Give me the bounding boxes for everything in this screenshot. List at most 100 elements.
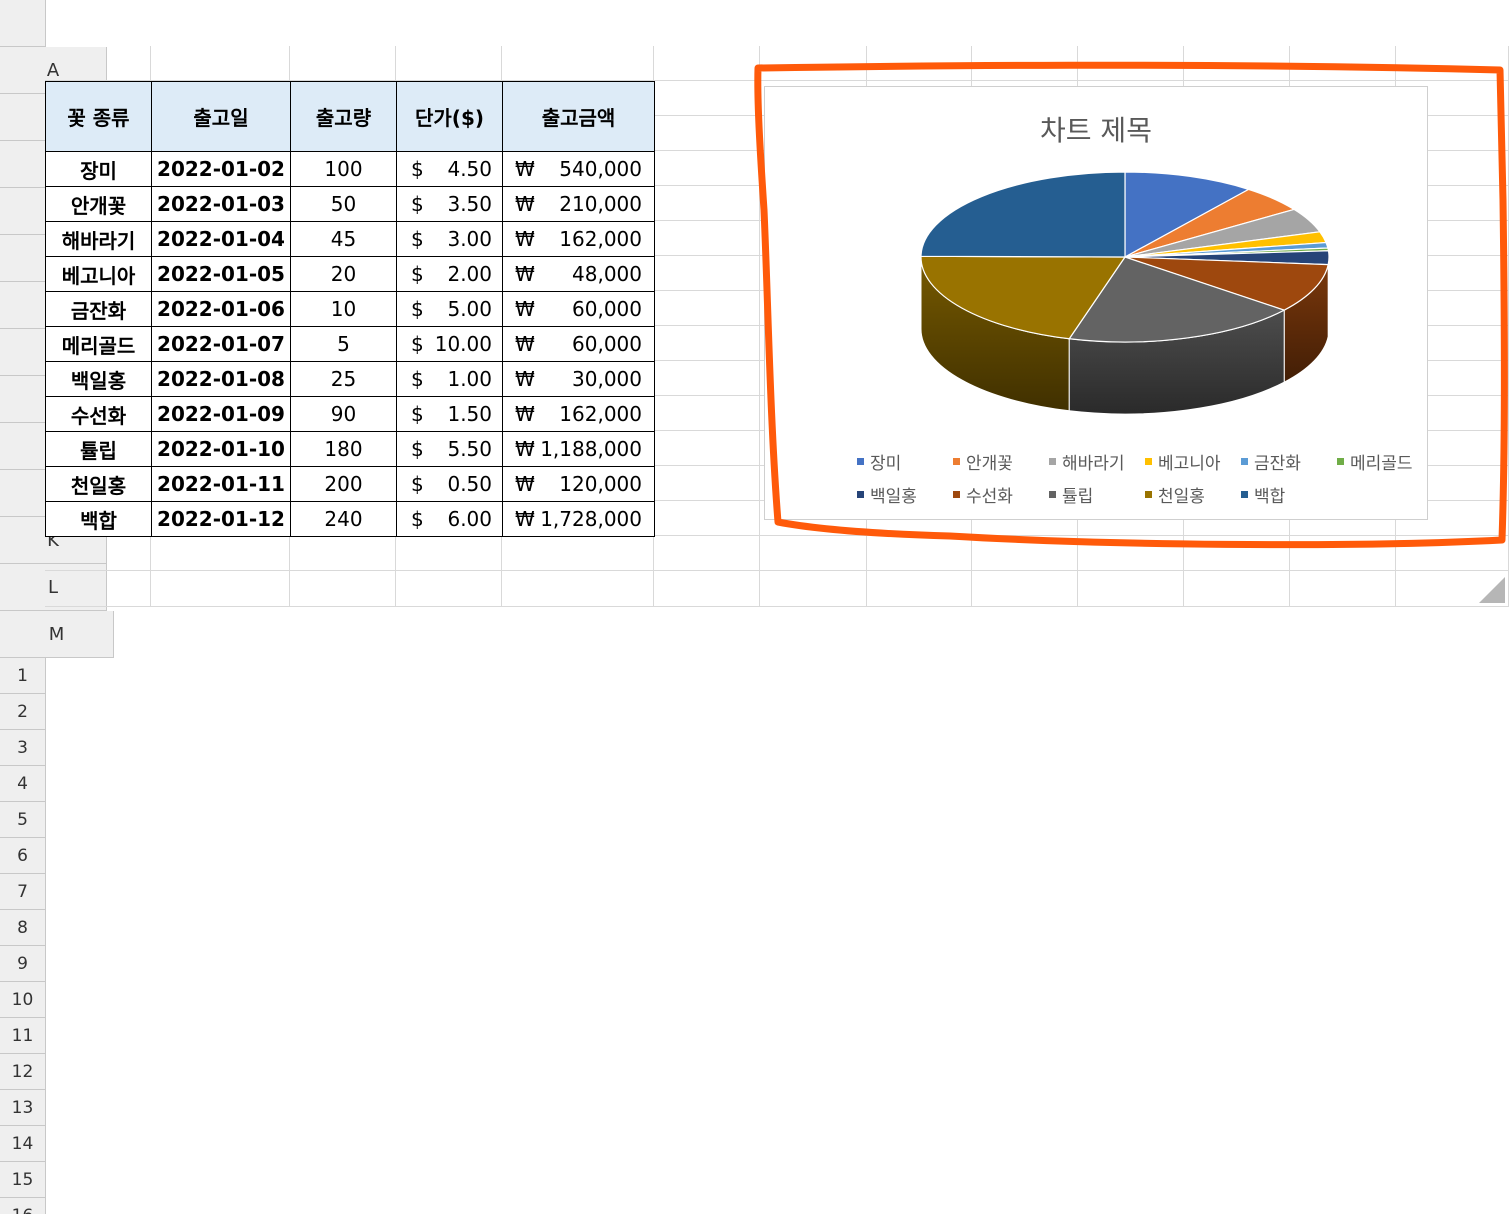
ship-date-cell[interactable]: 2022-01-08	[151, 361, 291, 397]
cell[interactable]	[1396, 46, 1509, 81]
cell[interactable]	[867, 46, 972, 81]
cell[interactable]	[1290, 571, 1396, 607]
cell[interactable]	[1078, 46, 1184, 81]
amount-cell[interactable]: ₩1,728,000	[502, 501, 655, 537]
cell[interactable]	[502, 46, 654, 81]
legend-item-메리골드[interactable]: 메리골드	[1337, 449, 1417, 474]
cell[interactable]	[654, 116, 760, 151]
flower-name-cell[interactable]: 수선화	[45, 396, 152, 432]
cell[interactable]	[1290, 46, 1396, 81]
cell[interactable]	[1078, 571, 1184, 607]
cell[interactable]	[654, 151, 760, 186]
ship-date-cell[interactable]: 2022-01-02	[151, 151, 291, 187]
amount-cell[interactable]: ₩60,000	[502, 291, 655, 327]
cell[interactable]	[972, 536, 1078, 571]
cell[interactable]	[654, 186, 760, 221]
cell[interactable]	[654, 326, 760, 361]
ship-qty-cell[interactable]: 240	[290, 501, 397, 537]
ship-qty-cell[interactable]: 50	[290, 186, 397, 222]
ship-qty-cell[interactable]: 25	[290, 361, 397, 397]
unit-price-cell[interactable]: $1.50	[396, 396, 503, 432]
table-header-date[interactable]: 출고일	[151, 81, 291, 152]
cell[interactable]	[1184, 536, 1290, 571]
cell[interactable]	[654, 536, 760, 571]
ship-date-cell[interactable]: 2022-01-10	[151, 431, 291, 467]
legend-item-안개꽃[interactable]: 안개꽃	[953, 449, 1033, 474]
flower-name-cell[interactable]: 장미	[45, 151, 152, 187]
table-header-flower[interactable]: 꽃 종류	[45, 81, 152, 152]
unit-price-cell[interactable]: $2.00	[396, 256, 503, 292]
legend-item-천일홍[interactable]: 천일홍	[1145, 482, 1225, 507]
row-header-4[interactable]: 4	[0, 766, 46, 802]
cell[interactable]	[290, 46, 396, 81]
unit-price-cell[interactable]: $0.50	[396, 466, 503, 502]
unit-price-cell[interactable]: $6.00	[396, 501, 503, 537]
row-header-14[interactable]: 14	[0, 1126, 46, 1162]
cell[interactable]	[151, 46, 290, 81]
cell[interactable]	[45, 571, 151, 607]
cell[interactable]	[290, 536, 396, 571]
column-header-m[interactable]: M	[0, 611, 114, 658]
cell[interactable]	[45, 536, 151, 571]
cell[interactable]	[867, 571, 972, 607]
ship-qty-cell[interactable]: 10	[290, 291, 397, 327]
ship-qty-cell[interactable]: 5	[290, 326, 397, 362]
amount-cell[interactable]: ₩48,000	[502, 256, 655, 292]
amount-cell[interactable]: ₩30,000	[502, 361, 655, 397]
ship-date-cell[interactable]: 2022-01-04	[151, 221, 291, 257]
cell[interactable]	[1078, 536, 1184, 571]
table-header-qty[interactable]: 출고량	[290, 81, 397, 152]
select-all-corner[interactable]	[0, 0, 1505, 603]
amount-cell[interactable]: ₩540,000	[502, 151, 655, 187]
cell[interactable]	[760, 571, 867, 607]
ship-date-cell[interactable]: 2022-01-07	[151, 326, 291, 362]
legend-item-백합[interactable]: 백합	[1241, 482, 1321, 507]
ship-qty-cell[interactable]: 20	[290, 256, 397, 292]
legend-item-수선화[interactable]: 수선화	[953, 482, 1033, 507]
row-header-13[interactable]: 13	[0, 1090, 46, 1126]
cell[interactable]	[654, 361, 760, 396]
cell[interactable]	[760, 536, 867, 571]
cell[interactable]	[1396, 571, 1509, 607]
cell[interactable]	[654, 571, 760, 607]
amount-cell[interactable]: ₩162,000	[502, 396, 655, 432]
cell[interactable]	[972, 46, 1078, 81]
ship-date-cell[interactable]: 2022-01-09	[151, 396, 291, 432]
unit-price-cell[interactable]: $1.00	[396, 361, 503, 397]
flower-name-cell[interactable]: 백일홍	[45, 361, 152, 397]
amount-cell[interactable]: ₩120,000	[502, 466, 655, 502]
cell[interactable]	[654, 501, 760, 536]
unit-price-cell[interactable]: $5.00	[396, 291, 503, 327]
table-header-amount[interactable]: 출고금액	[502, 81, 655, 152]
row-header-10[interactable]: 10	[0, 982, 46, 1018]
legend-item-튤립[interactable]: 튤립	[1049, 482, 1129, 507]
pie-chart[interactable]: 차트 제목 장미 안개꽃 해바라기 베고니아 금잔화 메리골드 백일홍 수선화 튤립 천일홍 백합	[764, 86, 1428, 520]
cell[interactable]	[654, 431, 760, 466]
ship-qty-cell[interactable]: 100	[290, 151, 397, 187]
unit-price-cell[interactable]: $4.50	[396, 151, 503, 187]
cell[interactable]	[867, 536, 972, 571]
unit-price-cell[interactable]: $5.50	[396, 431, 503, 467]
amount-cell[interactable]: ₩210,000	[502, 186, 655, 222]
ship-qty-cell[interactable]: 45	[290, 221, 397, 257]
cell[interactable]	[502, 571, 654, 607]
row-header-11[interactable]: 11	[0, 1018, 46, 1054]
flower-name-cell[interactable]: 해바라기	[45, 221, 152, 257]
cell[interactable]	[396, 571, 502, 607]
ship-date-cell[interactable]: 2022-01-06	[151, 291, 291, 327]
cell[interactable]	[654, 81, 760, 116]
flower-name-cell[interactable]: 튤립	[45, 431, 152, 467]
cell[interactable]	[654, 466, 760, 501]
unit-price-cell[interactable]: $10.00	[396, 326, 503, 362]
cell[interactable]	[654, 46, 760, 81]
ship-qty-cell[interactable]: 180	[290, 431, 397, 467]
cell[interactable]	[290, 571, 396, 607]
cell[interactable]	[1396, 536, 1509, 571]
cell[interactable]	[396, 46, 502, 81]
cell[interactable]	[654, 291, 760, 326]
table-header-price[interactable]: 단가($)	[396, 81, 503, 152]
row-header-8[interactable]: 8	[0, 910, 46, 946]
ship-qty-cell[interactable]: 200	[290, 466, 397, 502]
amount-cell[interactable]: ₩1,188,000	[502, 431, 655, 467]
unit-price-cell[interactable]: $3.00	[396, 221, 503, 257]
